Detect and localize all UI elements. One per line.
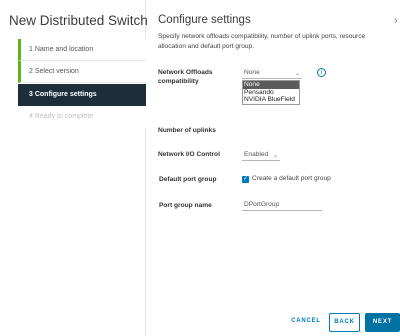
default-port-group-label: Default port group xyxy=(159,176,217,183)
page-title: Configure settings xyxy=(158,14,251,26)
default-port-group-checkbox[interactable]: ✓ xyxy=(242,176,249,183)
cancel-button[interactable]: CANCEL xyxy=(286,313,326,332)
page-description: Specify network offloads compatibility, … xyxy=(158,33,366,50)
network-offloads-value: None xyxy=(244,69,260,76)
chevron-down-icon: ⌄ xyxy=(272,153,278,159)
network-offloads-label: Network Offloads compatibility xyxy=(158,69,213,85)
option-pensando[interactable]: Pensando xyxy=(243,89,299,97)
default-port-group-checkbox-label: Create a default port group xyxy=(252,175,331,182)
wizard-title: New Distributed Switch xyxy=(9,13,148,28)
port-group-name-label: Port group name xyxy=(159,202,212,209)
step-ready-to-complete: 4 Ready to complete xyxy=(18,106,146,128)
option-none[interactable]: None xyxy=(243,81,299,89)
wizard-content: Configure settings › Specify network off… xyxy=(156,0,400,336)
network-offloads-select[interactable]: None ⌄ xyxy=(242,67,302,79)
nioc-select[interactable]: Enabled ⌄ xyxy=(242,149,280,161)
port-group-name-input[interactable]: DPortGroup xyxy=(242,199,322,211)
nioc-label: Network I/O Control xyxy=(158,151,220,158)
option-nvidia-bluefield[interactable]: NVIDIA BlueField xyxy=(243,96,299,104)
new-distributed-switch-wizard: New Distributed Switch 1 Name and locati… xyxy=(0,0,400,336)
info-icon[interactable]: i xyxy=(317,68,326,77)
step-select-version[interactable]: 2 Select version xyxy=(18,61,146,83)
back-button[interactable]: BACK xyxy=(329,313,360,332)
network-offloads-dropdown: None Pensando NVIDIA BlueField xyxy=(242,80,300,105)
uplinks-label: Number of uplinks xyxy=(158,127,216,134)
step-name-and-location[interactable]: 1 Name and location xyxy=(18,39,146,61)
next-button[interactable]: NEXT xyxy=(365,313,400,332)
nioc-value: Enabled xyxy=(244,151,269,158)
chevron-down-icon: ⌄ xyxy=(294,71,300,77)
wizard-steps-nav: New Distributed Switch 1 Name and locati… xyxy=(0,0,148,336)
step-configure-settings[interactable]: 3 Configure settings xyxy=(18,84,146,106)
chevron-right-icon[interactable]: › xyxy=(394,15,398,27)
